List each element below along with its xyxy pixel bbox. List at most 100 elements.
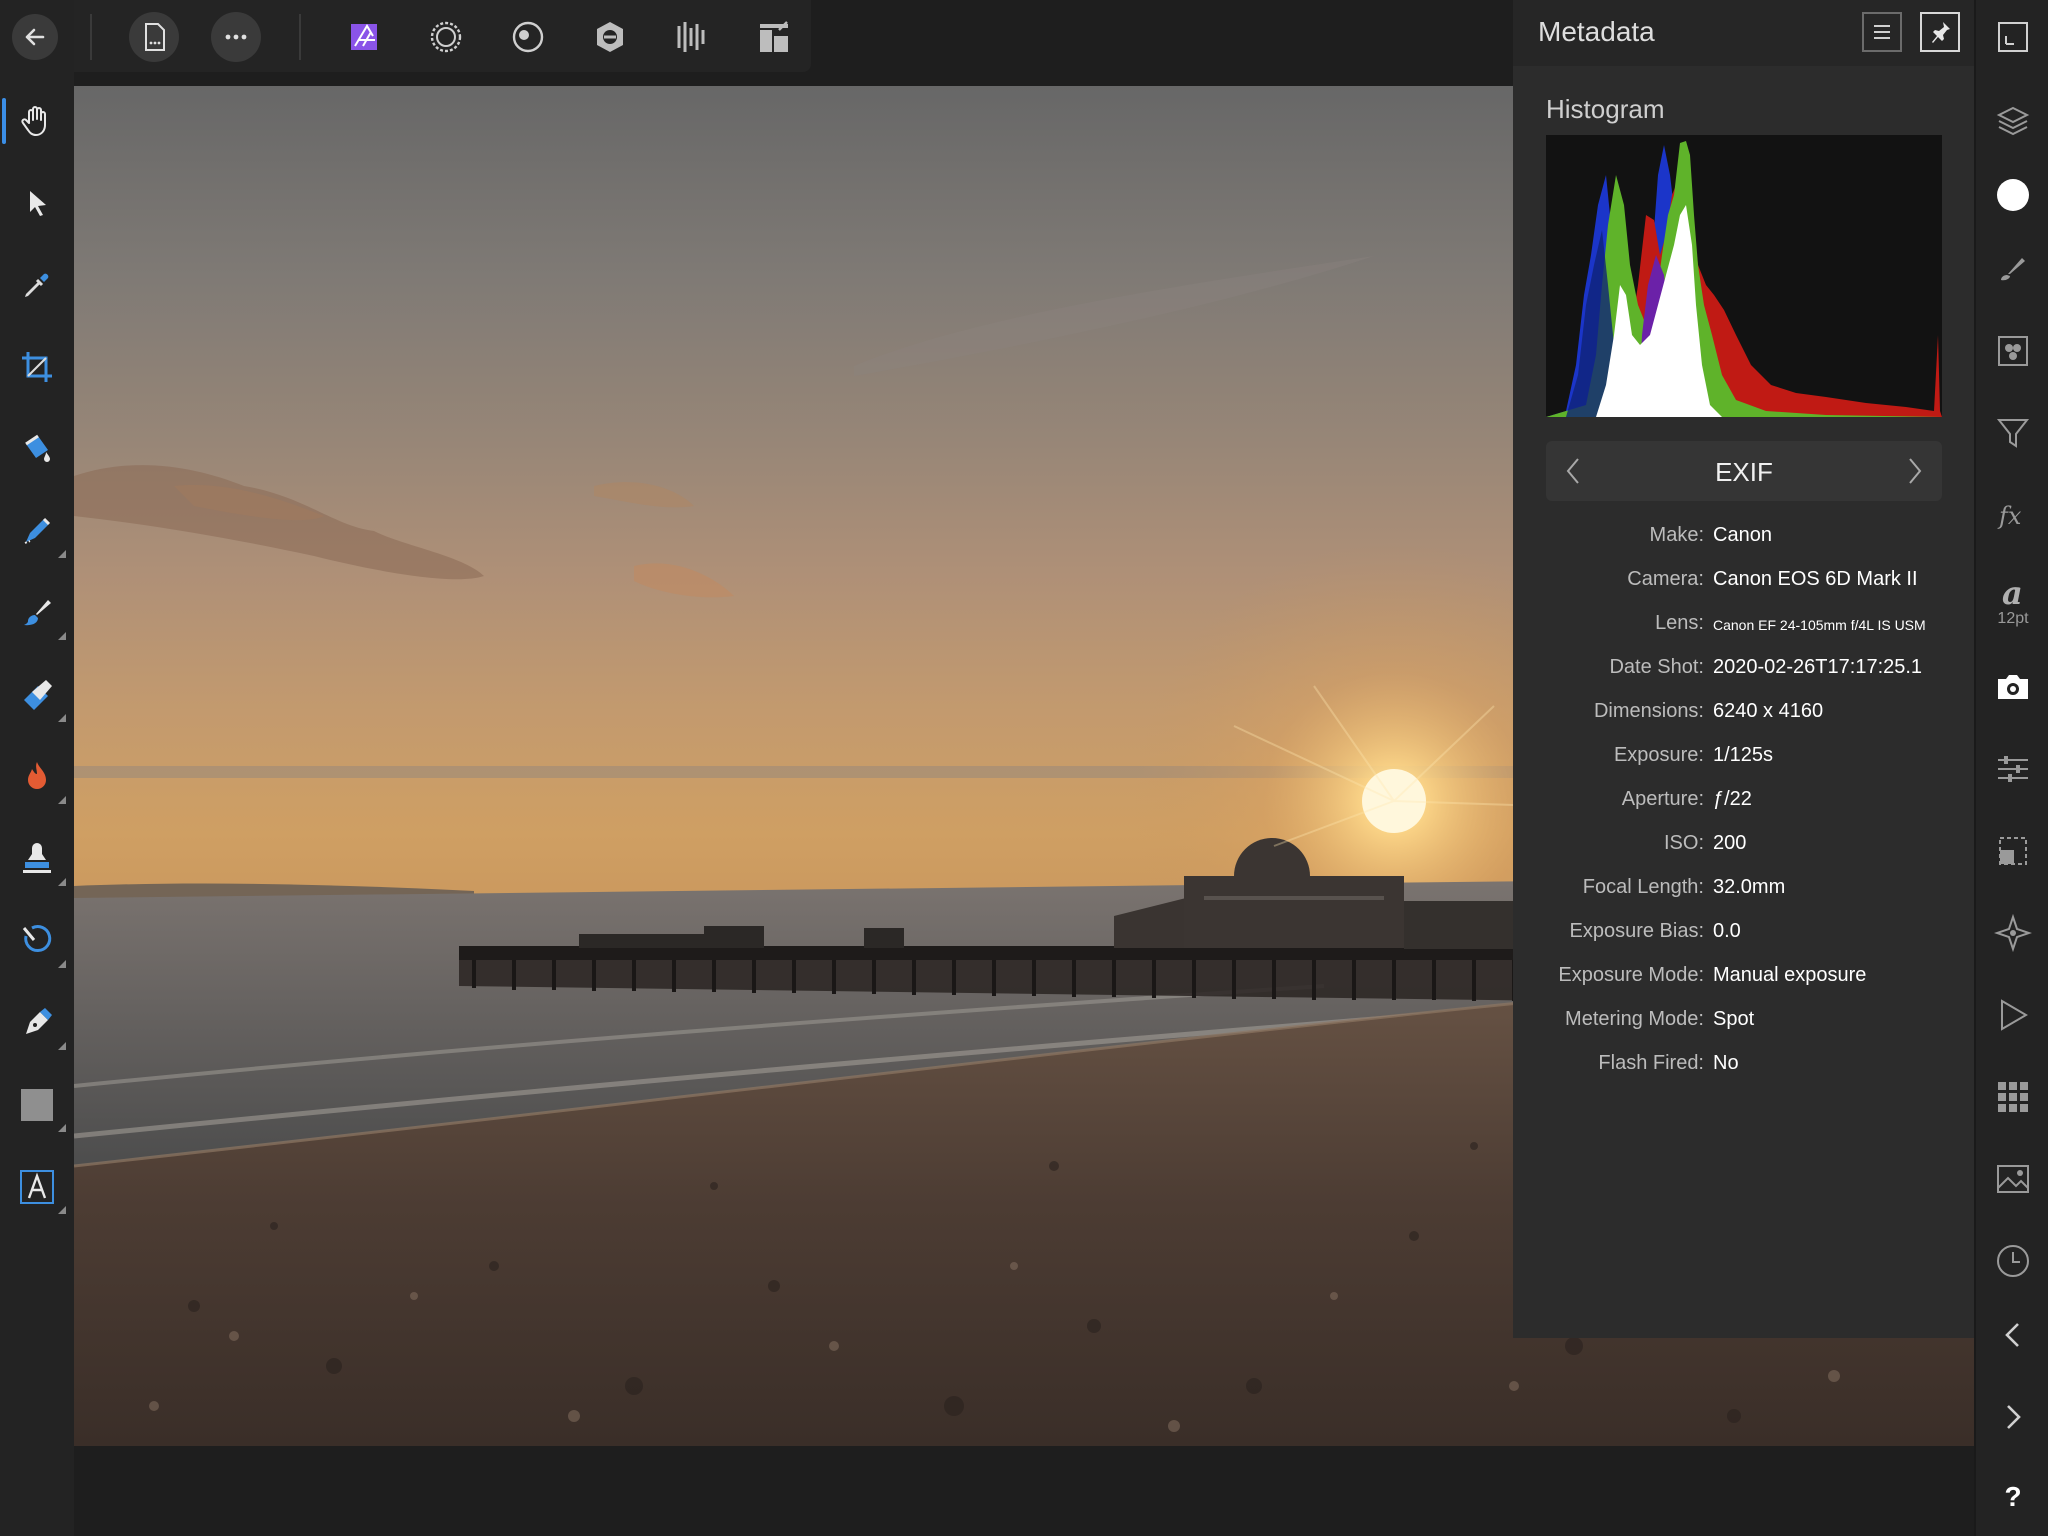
- right-studio-toolbar: fx a 12pt ?: [1974, 0, 2048, 1536]
- help-button[interactable]: ?: [1976, 1462, 2048, 1532]
- image-icon: [1997, 1165, 2029, 1193]
- adjustments-filter-studio-button[interactable]: [1976, 398, 2048, 468]
- histogram-display: [1546, 135, 1942, 417]
- adjustments-studio-button[interactable]: [1976, 734, 2048, 804]
- filter-funnel-icon: [1996, 419, 2030, 448]
- photo-persona-button[interactable]: [339, 12, 389, 62]
- pointer-arrow-icon: [30, 191, 46, 216]
- redeye-tool[interactable]: [0, 906, 74, 976]
- stock-studio-button[interactable]: [1976, 1144, 2048, 1214]
- color-picker-tool[interactable]: [0, 250, 74, 320]
- pin-icon: [1932, 22, 1950, 43]
- liquify-persona-icon: [430, 21, 462, 53]
- tone-mapping-persona-button[interactable]: [585, 12, 635, 62]
- transform-studio-button[interactable]: [1976, 816, 2048, 886]
- metadata-row-make: Make: Canon: [1513, 516, 1974, 560]
- crop-tool[interactable]: [0, 332, 74, 402]
- metadata-value: 32.0mm: [1713, 876, 1786, 898]
- metadata-row-lens: Lens: Canon EF 24-105mm f/4L IS USM: [1513, 604, 1974, 648]
- top-toolbar: [74, 0, 811, 72]
- erase-brush-tool[interactable]: [0, 660, 74, 730]
- metadata-value: 200: [1713, 832, 1747, 854]
- metadata-row-focal-length: Focal Length: 32.0mm: [1513, 868, 1974, 912]
- canvas-bottom-area: [74, 1446, 1974, 1536]
- metadata-key: Focal Length:: [1582, 876, 1704, 898]
- more-options-icon: [225, 34, 247, 40]
- clock-icon: [1997, 1245, 2029, 1277]
- selection-brush-tool[interactable]: [0, 496, 74, 566]
- metadata-key: Flash Fired:: [1598, 1052, 1704, 1074]
- brushes-studio-button[interactable]: [1976, 234, 2048, 304]
- left-toolbar: [0, 0, 74, 1536]
- crop-icon: [22, 352, 52, 382]
- macro-studio-button[interactable]: [1976, 980, 2048, 1050]
- panel-pin-button[interactable]: [1920, 12, 1960, 52]
- transform-icon: [1999, 837, 2027, 865]
- flood-fill-tool[interactable]: [0, 414, 74, 484]
- arrange-button[interactable]: [749, 12, 799, 62]
- metadata-key: Camera:: [1627, 568, 1704, 590]
- pen-tool[interactable]: [0, 988, 74, 1058]
- fx-studio-button[interactable]: fx: [1976, 480, 2048, 550]
- panel-menu-button[interactable]: [1862, 12, 1902, 52]
- svg-text:a: a: [2002, 574, 2023, 612]
- metadata-key: Exposure:: [1613, 744, 1704, 766]
- metadata-row-exposure-mode: Exposure Mode: Manual exposure: [1513, 956, 1974, 1000]
- export-persona-button[interactable]: [667, 12, 717, 62]
- selection-brush-icon: [24, 517, 51, 544]
- metadata-key: Exposure Mode:: [1558, 964, 1704, 986]
- eraser-icon: [24, 680, 52, 710]
- dodge-burn-tool[interactable]: [0, 742, 74, 812]
- play-icon: [2001, 999, 2028, 1031]
- clone-stamp-icon: [23, 843, 51, 873]
- undo-button[interactable]: [1976, 1300, 2048, 1370]
- metadata-row-aperture: Aperture: ƒ/22: [1513, 780, 1974, 824]
- toolbar-separator: [299, 14, 301, 60]
- hamburger-menu-icon: [1874, 25, 1890, 39]
- navigator-studio-button[interactable]: [1976, 898, 2048, 968]
- metadata-row-iso: ISO: 200: [1513, 824, 1974, 868]
- metadata-value: 1/125s: [1713, 744, 1774, 766]
- healing-icon: [22, 925, 52, 952]
- channels-studio-button[interactable]: [1976, 316, 2048, 386]
- document-menu-button[interactable]: [129, 12, 179, 62]
- view-tool[interactable]: [0, 86, 74, 156]
- back-button[interactable]: [12, 14, 58, 60]
- exif-section-selector: EXIF: [1546, 441, 1942, 501]
- metadata-value: Canon: [1713, 524, 1772, 546]
- text-frame-icon: [20, 1170, 54, 1204]
- svg-text:fx: fx: [1997, 502, 2022, 530]
- photo-persona-icon: [351, 24, 377, 50]
- paint-brush-tool[interactable]: [0, 578, 74, 648]
- redo-button[interactable]: [1976, 1382, 2048, 1452]
- metadata-value: 6240 x 4160: [1713, 700, 1824, 722]
- histogram-graph: [1546, 141, 1942, 417]
- channels-icon: [1998, 336, 2028, 366]
- chevron-right-icon: [1909, 458, 1922, 484]
- move-tool[interactable]: [0, 168, 74, 238]
- compass-icon: [1994, 914, 2032, 952]
- flame-icon: [28, 762, 46, 789]
- chevron-right-icon: [2007, 1405, 2021, 1429]
- metadata-key: ISO:: [1663, 832, 1704, 854]
- next-section-button[interactable]: [1900, 455, 1930, 487]
- character-studio-button[interactable]: a 12pt: [1976, 566, 2048, 636]
- fullscreen-button[interactable]: [1976, 2, 2048, 72]
- color-studio-button[interactable]: [1976, 160, 2048, 230]
- metadata-value: Spot: [1713, 1008, 1755, 1030]
- liquify-persona-button[interactable]: [421, 12, 471, 62]
- more-options-button[interactable]: [211, 12, 261, 62]
- swatches-studio-button[interactable]: [1976, 1062, 2048, 1132]
- history-studio-button[interactable]: [1976, 1226, 2048, 1296]
- clone-tool[interactable]: [0, 824, 74, 894]
- rectangle-tool[interactable]: [0, 1070, 74, 1140]
- pen-nib-icon: [26, 1008, 52, 1034]
- metadata-studio-button[interactable]: [1976, 652, 2048, 722]
- brush-icon: [2001, 258, 2025, 281]
- metadata-panel-title: Metadata: [1538, 16, 1655, 47]
- help-label: ?: [2004, 1481, 2022, 1512]
- histogram-title: Histogram: [1546, 94, 1665, 124]
- develop-persona-button[interactable]: [503, 12, 553, 62]
- layers-studio-button[interactable]: [1976, 86, 2048, 156]
- text-tool[interactable]: [0, 1152, 74, 1222]
